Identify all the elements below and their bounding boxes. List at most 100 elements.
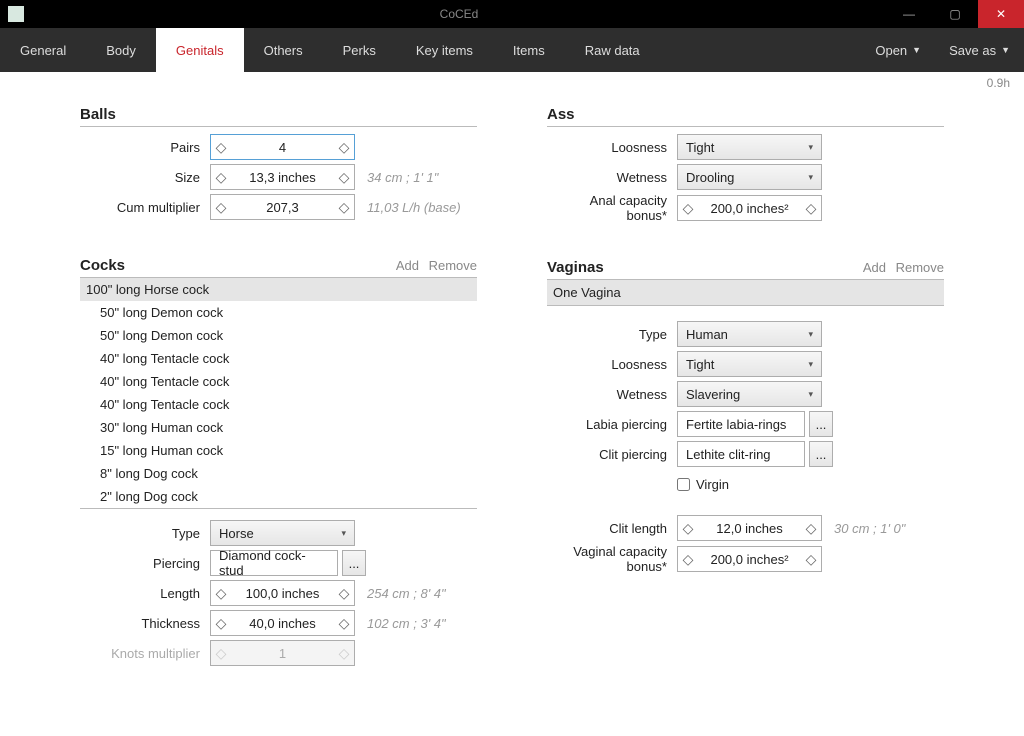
minimize-button[interactable]: — xyxy=(886,0,932,28)
cum-value[interactable]: 207,3 xyxy=(231,200,334,215)
label-virgin: Virgin xyxy=(696,477,729,492)
tab-raw-data[interactable]: Raw data xyxy=(565,28,660,72)
tab-key-items[interactable]: Key items xyxy=(396,28,493,72)
label-ass-loosness: Loosness xyxy=(547,140,677,155)
ass-wetness-dropdown[interactable]: Drooling ▾ xyxy=(677,164,822,190)
vaginal-capacity-stepper[interactable]: ◇ 200,0 inches² ◇ xyxy=(677,546,822,572)
maximize-button[interactable]: ▢ xyxy=(932,0,978,28)
decrement-icon[interactable]: ◇ xyxy=(678,551,698,568)
vagina-wetness-dropdown[interactable]: Slavering ▾ xyxy=(677,381,822,407)
menubar: General Body Genitals Others Perks Key i… xyxy=(0,28,1024,72)
ass-loosness-dropdown[interactable]: Tight ▾ xyxy=(677,134,822,160)
list-item[interactable]: 8" long Dog cock xyxy=(80,462,477,485)
chevron-down-icon: ▾ xyxy=(808,172,813,183)
increment-icon[interactable]: ◇ xyxy=(801,551,821,568)
cock-piercing-more-button[interactable]: ... xyxy=(342,550,366,576)
anal-capacity-stepper[interactable]: ◇ 200,0 inches² ◇ xyxy=(677,195,822,221)
label-vagina-wetness: Wetness xyxy=(547,387,677,402)
cock-type-dropdown[interactable]: Horse ▾ xyxy=(210,520,355,546)
label-knots-multiplier: Knots multiplier xyxy=(80,646,210,661)
virgin-checkbox[interactable] xyxy=(677,478,690,491)
tab-general[interactable]: General xyxy=(0,28,86,72)
cocks-add-button[interactable]: Add xyxy=(396,258,419,273)
status-text: 0.9h xyxy=(0,72,1024,96)
tab-body[interactable]: Body xyxy=(86,28,156,72)
cock-length-value[interactable]: 100,0 inches xyxy=(231,586,334,601)
clit-piercing-field[interactable]: Lethite clit-ring xyxy=(677,441,805,467)
label-vaginal-capacity: Vaginal capacity bonus* xyxy=(547,544,677,574)
increment-icon[interactable]: ◇ xyxy=(801,520,821,537)
cum-hint: 11,03 L/h (base) xyxy=(367,200,461,215)
decrement-icon: ◇ xyxy=(211,645,231,662)
cock-length-hint: 254 cm ; 8' 4" xyxy=(367,586,446,601)
vaginal-capacity-value[interactable]: 200,0 inches² xyxy=(698,552,801,567)
vaginas-add-button[interactable]: Add xyxy=(863,260,886,275)
decrement-icon[interactable]: ◇ xyxy=(211,615,231,632)
list-item[interactable]: 100" long Horse cock xyxy=(80,278,477,301)
cock-thickness-value[interactable]: 40,0 inches xyxy=(231,616,334,631)
decrement-icon[interactable]: ◇ xyxy=(211,139,231,156)
list-item[interactable]: 40" long Tentacle cock xyxy=(80,347,477,370)
chevron-down-icon: ▾ xyxy=(808,359,813,370)
section-title-balls: Balls xyxy=(80,106,477,127)
vagina-type-dropdown[interactable]: Human ▾ xyxy=(677,321,822,347)
increment-icon[interactable]: ◇ xyxy=(334,615,354,632)
decrement-icon[interactable]: ◇ xyxy=(211,169,231,186)
labia-piercing-field[interactable]: Fertite labia-rings xyxy=(677,411,805,437)
cocks-remove-button[interactable]: Remove xyxy=(429,258,477,273)
cock-thickness-stepper[interactable]: ◇ 40,0 inches ◇ xyxy=(210,610,355,636)
section-title-cocks: Cocks xyxy=(80,257,390,274)
window-title: CoCEd xyxy=(32,7,886,21)
cock-piercing-field[interactable]: Diamond cock-stud xyxy=(210,550,338,576)
pairs-stepper[interactable]: ◇ 4 ◇ xyxy=(210,134,355,160)
clit-length-stepper[interactable]: ◇ 12,0 inches ◇ xyxy=(677,515,822,541)
app-icon xyxy=(8,6,24,22)
section-cocks: Cocks Add Remove 100" long Horse cock 50… xyxy=(80,257,477,667)
clit-length-value[interactable]: 12,0 inches xyxy=(698,521,801,536)
cock-length-stepper[interactable]: ◇ 100,0 inches ◇ xyxy=(210,580,355,606)
vagina-loosness-dropdown[interactable]: Tight ▾ xyxy=(677,351,822,377)
label-cock-length: Length xyxy=(80,586,210,601)
decrement-icon[interactable]: ◇ xyxy=(211,585,231,602)
vagina-list-item[interactable]: One Vagina xyxy=(547,280,944,306)
tab-others[interactable]: Others xyxy=(244,28,323,72)
titlebar: CoCEd — ▢ ✕ xyxy=(0,0,1024,28)
list-item[interactable]: 40" long Tentacle cock xyxy=(80,393,477,416)
list-item[interactable]: 50" long Demon cock xyxy=(80,324,477,347)
vaginas-remove-button[interactable]: Remove xyxy=(896,260,944,275)
decrement-icon[interactable]: ◇ xyxy=(211,199,231,216)
label-clit-piercing: Clit piercing xyxy=(547,447,677,462)
pairs-value[interactable]: 4 xyxy=(279,140,286,155)
chevron-down-icon: ▼ xyxy=(912,45,921,55)
labia-piercing-more-button[interactable]: ... xyxy=(809,411,833,437)
list-item[interactable]: 30" long Human cock xyxy=(80,416,477,439)
list-item[interactable]: 2" long Dog cock xyxy=(80,485,477,508)
increment-icon[interactable]: ◇ xyxy=(334,139,354,156)
cum-multiplier-stepper[interactable]: ◇ 207,3 ◇ xyxy=(210,194,355,220)
label-clit-length: Clit length xyxy=(547,521,677,536)
tab-items[interactable]: Items xyxy=(493,28,565,72)
anal-capacity-value[interactable]: 200,0 inches² xyxy=(698,201,801,216)
list-item[interactable]: 50" long Demon cock xyxy=(80,301,477,324)
label-cock-thickness: Thickness xyxy=(80,616,210,631)
list-item[interactable]: 40" long Tentacle cock xyxy=(80,370,477,393)
open-menu[interactable]: Open▼ xyxy=(861,28,935,72)
label-cock-piercing: Piercing xyxy=(80,556,210,571)
increment-icon[interactable]: ◇ xyxy=(801,200,821,217)
size-value[interactable]: 13,3 inches xyxy=(231,170,334,185)
clit-length-hint: 30 cm ; 1' 0" xyxy=(834,521,905,536)
label-pairs: Pairs xyxy=(80,140,210,155)
increment-icon[interactable]: ◇ xyxy=(334,585,354,602)
save-as-menu[interactable]: Save as▼ xyxy=(935,28,1024,72)
increment-icon[interactable]: ◇ xyxy=(334,199,354,216)
size-stepper[interactable]: ◇ 13,3 inches ◇ xyxy=(210,164,355,190)
label-anal-capacity: Anal capacity bonus* xyxy=(547,193,677,223)
list-item[interactable]: 15" long Human cock xyxy=(80,439,477,462)
decrement-icon[interactable]: ◇ xyxy=(678,520,698,537)
tab-perks[interactable]: Perks xyxy=(323,28,396,72)
clit-piercing-more-button[interactable]: ... xyxy=(809,441,833,467)
close-button[interactable]: ✕ xyxy=(978,0,1024,28)
decrement-icon[interactable]: ◇ xyxy=(678,200,698,217)
increment-icon[interactable]: ◇ xyxy=(334,169,354,186)
tab-genitals[interactable]: Genitals xyxy=(156,28,244,72)
